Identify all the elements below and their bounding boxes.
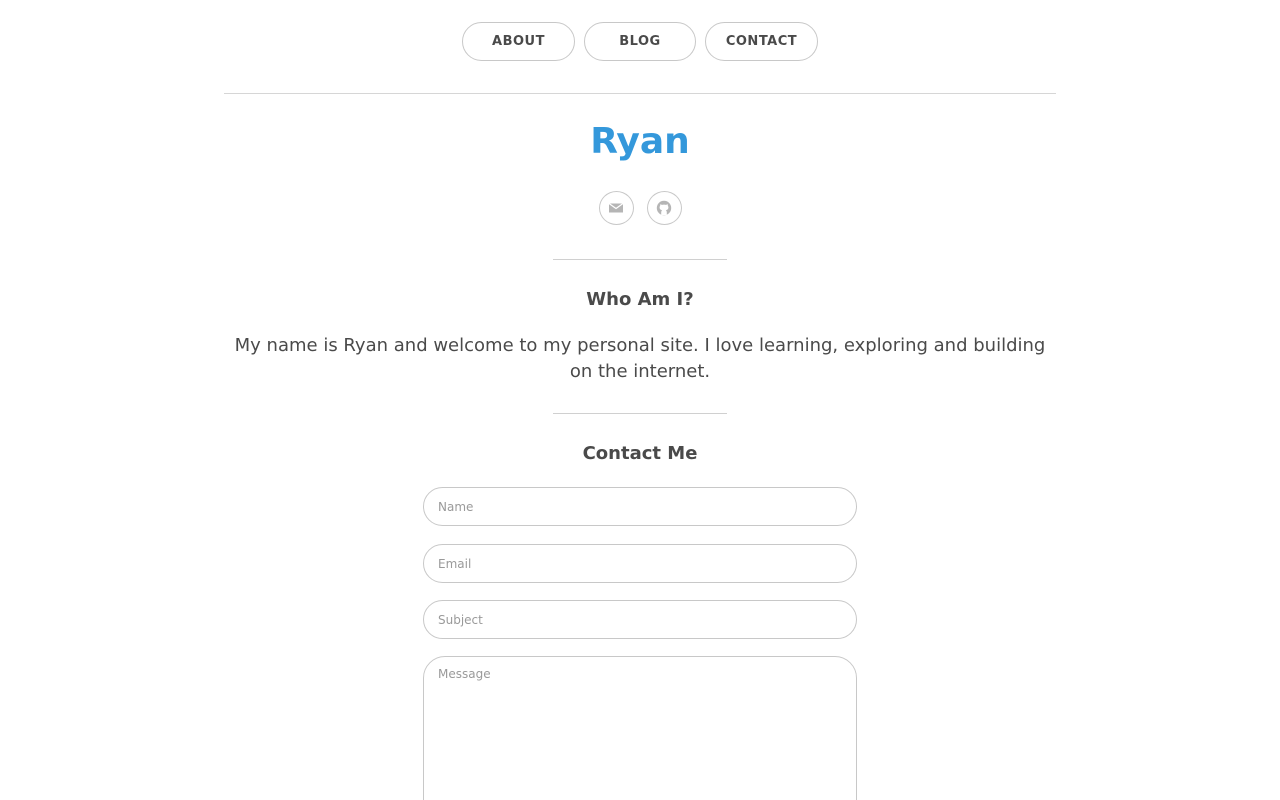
page: ABOUT BLOG CONTACT Ryan Who Am I? My nam… [0,0,1280,800]
name-input[interactable] [423,487,857,526]
about-text: My name is Ryan and welcome to my person… [234,335,1046,382]
github-link-button[interactable] [646,191,682,225]
message-textarea[interactable] [423,656,857,800]
nav-blog-button[interactable]: BLOG [584,22,696,61]
email-link-button[interactable] [598,191,634,225]
section-divider [553,413,727,414]
site-title: Ryan [590,121,690,162]
github-icon [656,200,672,216]
section-divider [553,259,727,260]
contact-heading: Contact Me [582,443,698,464]
nav-about-button[interactable]: ABOUT [462,22,575,61]
header-divider [224,93,1056,94]
subject-input[interactable] [423,600,857,639]
nav-contact-button[interactable]: CONTACT [705,22,818,61]
envelope-icon [608,200,624,216]
email-input[interactable] [423,544,857,583]
about-heading: Who Am I? [586,289,694,310]
top-nav: ABOUT BLOG CONTACT [0,22,1280,61]
social-links [0,191,1280,225]
